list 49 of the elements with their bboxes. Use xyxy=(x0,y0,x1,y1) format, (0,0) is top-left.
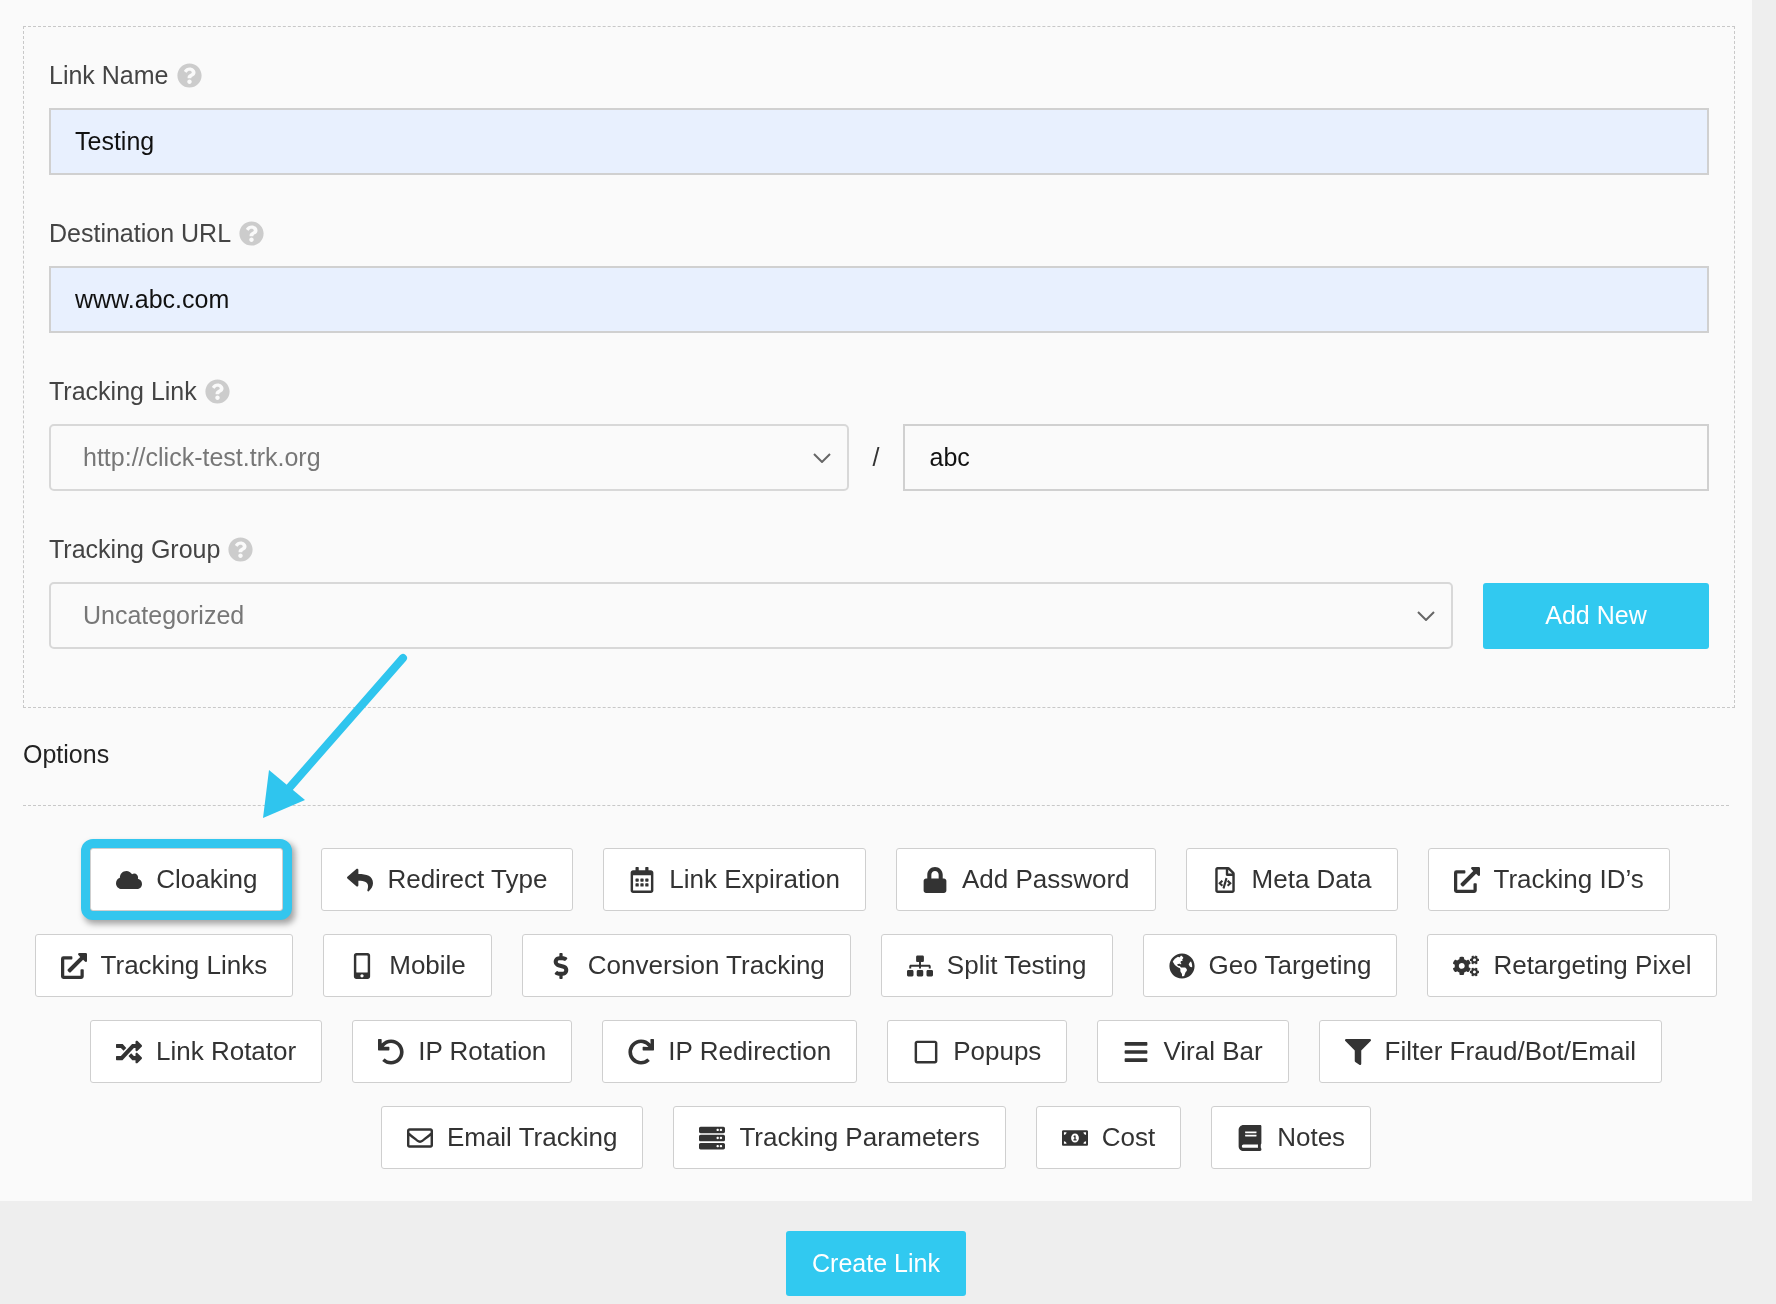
option-button[interactable]: Popups xyxy=(887,1020,1068,1083)
option-button[interactable]: Meta Data xyxy=(1185,848,1398,911)
filter-icon xyxy=(1344,1038,1371,1065)
option-button[interactable]: Mobile xyxy=(323,934,492,997)
option-button[interactable]: Notes xyxy=(1211,1106,1372,1169)
lock-icon xyxy=(921,866,948,893)
option-button[interactable]: IP Redirection xyxy=(602,1020,858,1083)
rotate-right-icon xyxy=(628,1038,655,1065)
globe-icon xyxy=(1168,952,1195,979)
option-button[interactable]: Tracking ID’s xyxy=(1427,848,1670,911)
shuffle-icon xyxy=(116,1038,142,1065)
text-input[interactable]: www.abc.com xyxy=(49,266,1709,333)
option-button[interactable]: Link Expiration xyxy=(603,848,866,911)
group-select[interactable]: Uncategorized xyxy=(49,582,1453,649)
help-icon[interactable] xyxy=(228,537,254,562)
field-label: Tracking Group xyxy=(49,535,221,564)
option-button[interactable]: Email Tracking xyxy=(380,1106,644,1169)
external-link-icon xyxy=(1453,866,1480,893)
option-button[interactable]: Retargeting Pixel xyxy=(1427,934,1718,997)
help-icon[interactable] xyxy=(176,63,202,88)
option-button[interactable]: Cost xyxy=(1035,1106,1182,1169)
calendar-icon xyxy=(629,866,656,893)
option-button[interactable]: IP Rotation xyxy=(352,1020,573,1083)
help-icon[interactable] xyxy=(239,221,265,246)
external-link-icon xyxy=(60,952,87,979)
option-button[interactable]: Redirect Type xyxy=(321,848,574,911)
domain-select[interactable]: http://click-test.trk.org xyxy=(49,424,849,491)
option-button[interactable]: Tracking Parameters xyxy=(673,1106,1006,1169)
server-icon xyxy=(699,1124,726,1151)
reply-arrow-icon xyxy=(347,866,374,893)
slug-input[interactable]: abc xyxy=(903,424,1709,491)
option-button[interactable]: Geo Targeting xyxy=(1142,934,1398,997)
option-button[interactable]: Tracking Links xyxy=(34,934,294,997)
chevron-down-icon xyxy=(812,452,831,463)
option-button[interactable]: Filter Fraud/Bot/Email xyxy=(1318,1020,1662,1083)
option-button[interactable]: Conversion Tracking xyxy=(521,934,851,997)
rotate-left-icon xyxy=(378,1038,405,1065)
help-icon[interactable] xyxy=(204,379,230,404)
option-button[interactable]: Link Rotator xyxy=(90,1020,323,1083)
field-label: Destination URL xyxy=(49,219,232,248)
separator: / xyxy=(872,443,880,472)
field-label: Link Name xyxy=(49,61,169,90)
field-label: Tracking Link xyxy=(49,377,197,406)
book-icon xyxy=(1237,1124,1264,1151)
chevron-down-icon xyxy=(1417,610,1435,621)
text-input[interactable]: Testing xyxy=(49,108,1709,175)
option-button[interactable]: Viral Bar xyxy=(1097,1020,1289,1083)
option-button[interactable]: Add Password xyxy=(895,848,1156,911)
option-button[interactable]: Split Testing xyxy=(880,934,1113,997)
